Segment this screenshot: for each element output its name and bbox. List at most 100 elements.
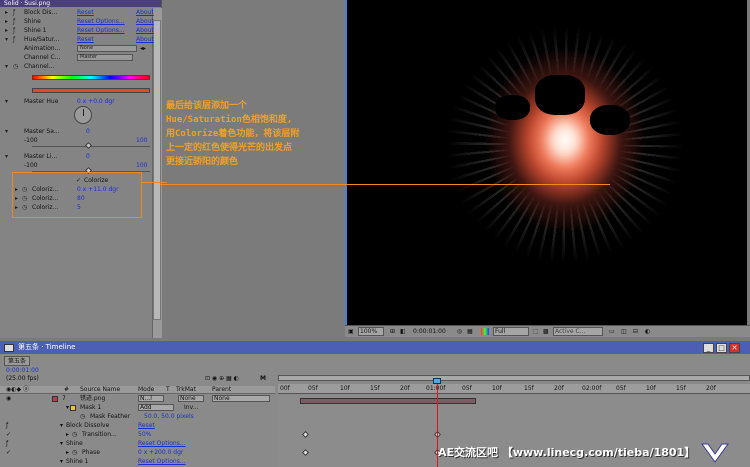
- transition-row[interactable]: ✓ ▸ ◷ Transition... 50%: [0, 431, 275, 439]
- flowchart-icon[interactable]: ⊟: [633, 326, 638, 337]
- source-name-header[interactable]: Source Name: [80, 386, 120, 394]
- channel-icon[interactable]: ▦: [467, 326, 473, 337]
- stopwatch-icon[interactable]: ◷: [13, 62, 18, 71]
- effect-row-hue-saturation[interactable]: ▾ ƒ Hue/Satur... Reset About: [0, 35, 162, 44]
- roi-icon[interactable]: ⬚: [533, 326, 539, 337]
- viewer-timecode[interactable]: 0:00:01:00: [413, 326, 446, 337]
- collapse-triangle-icon[interactable]: ▾: [5, 152, 8, 161]
- mask-feather-value[interactable]: 50.0, 50.0 pixels: [144, 413, 194, 421]
- fx-icon[interactable]: ƒ: [13, 26, 15, 35]
- master-lightness-row[interactable]: ▾ Master Li... 0: [0, 152, 162, 161]
- stopwatch-icon[interactable]: ◷: [72, 431, 77, 439]
- fx-icon[interactable]: ƒ: [13, 35, 15, 44]
- collapse-triangle-icon[interactable]: ▾: [5, 127, 8, 136]
- timeline-switch-icons[interactable]: ⊡ ◉ ⊕ ▦ ◐: [205, 375, 239, 383]
- phase-row[interactable]: ✓ ▸ ◷ Phase 0 x +200.0 dgr: [0, 449, 275, 457]
- marker-icon[interactable]: M: [260, 375, 266, 383]
- expand-triangle-icon[interactable]: ▸: [66, 431, 69, 439]
- collapse-triangle-icon[interactable]: ▾: [66, 404, 69, 412]
- master-hue-value[interactable]: 0 x +0.0 dgr: [77, 97, 115, 106]
- reset-options-link[interactable]: Reset Options...: [138, 458, 186, 466]
- layer-name[interactable]: 锈迹.png: [80, 395, 105, 403]
- maximize-button[interactable]: □: [716, 343, 727, 353]
- master-hue-dial[interactable]: [74, 106, 92, 124]
- block-dissolve-row[interactable]: ƒ ▾ Block Dissolve Reset: [0, 422, 275, 430]
- reset-options-link[interactable]: Reset Options...: [138, 440, 186, 448]
- about-link[interactable]: About: [136, 17, 154, 26]
- preset-nav-icon[interactable]: ◂▸: [140, 44, 146, 53]
- trkmat-header[interactable]: TrkMat: [176, 386, 196, 394]
- view-layout-icon[interactable]: ▭: [609, 326, 615, 337]
- minimize-button[interactable]: _: [703, 343, 714, 353]
- collapse-triangle-icon[interactable]: ▾: [5, 97, 8, 106]
- expand-triangle-icon[interactable]: ▸: [5, 26, 8, 35]
- reset-exposure-icon[interactable]: ◐: [645, 326, 650, 337]
- shine-1-row[interactable]: ▾ Shine 1 Reset Options...: [0, 458, 275, 466]
- fx-icon[interactable]: ƒ: [13, 17, 15, 26]
- layer-mode-dropdown[interactable]: N...l: [138, 395, 164, 402]
- channel-range-row[interactable]: ▾ ◷ Channel...: [0, 62, 162, 71]
- master-hue-row[interactable]: ▾ Master Hue 0 x +0.0 dgr: [0, 97, 162, 106]
- collapse-triangle-icon[interactable]: ▾: [60, 422, 63, 430]
- mask-color-swatch[interactable]: [70, 405, 76, 411]
- channel-control-dropdown[interactable]: Master: [77, 54, 133, 61]
- close-button[interactable]: ✕: [729, 343, 740, 353]
- mask-feather-row[interactable]: ◷ Mask Feather 50.0, 50.0 pixels: [0, 413, 275, 421]
- zoom-dropdown[interactable]: 100%: [358, 327, 384, 336]
- visibility-eye-icon[interactable]: ◉: [6, 395, 11, 403]
- checkmark-icon[interactable]: ✓: [6, 431, 11, 439]
- reset-link[interactable]: Reset Options...: [77, 17, 125, 26]
- layer-label-color[interactable]: [52, 396, 58, 402]
- layer-row[interactable]: ◉ 7 锈迹.png N...l None None: [0, 395, 275, 403]
- animation-presets-dropdown[interactable]: None: [77, 45, 137, 52]
- snapshot-icon[interactable]: ▣: [348, 326, 354, 337]
- effect-row-block-dissolve[interactable]: ▸ ƒ Block Dis... Reset About: [0, 8, 162, 17]
- mask-mode-dropdown[interactable]: Add: [138, 404, 174, 411]
- phase-value[interactable]: 0 x +200.0 dgr: [138, 449, 183, 457]
- work-area-bar[interactable]: [278, 375, 750, 381]
- master-saturation-row[interactable]: ▾ Master Sa... 0: [0, 127, 162, 136]
- about-link[interactable]: About: [136, 8, 154, 17]
- tab-composition[interactable]: 第五条: [4, 356, 31, 366]
- reset-link[interactable]: Reset: [138, 422, 155, 430]
- fx-switch-icon[interactable]: ƒ: [6, 440, 8, 448]
- fx-switch-icon[interactable]: ƒ: [6, 422, 8, 430]
- effect-row-shine[interactable]: ▸ ƒ Shine Reset Options... About: [0, 17, 162, 26]
- transparency-grid-icon[interactable]: ▩: [543, 326, 549, 337]
- reset-link[interactable]: Reset: [77, 8, 94, 17]
- t-header[interactable]: T: [166, 386, 170, 394]
- mask-row[interactable]: ▾ Mask 1 Add Inv...: [0, 404, 275, 412]
- resolution-dropdown[interactable]: Full: [493, 327, 529, 336]
- time-ruler[interactable]: 00f 05f 10f 15f 20f 01:00f 05f 10f 15f 2…: [278, 384, 750, 394]
- collapse-triangle-icon[interactable]: ▾: [5, 62, 8, 71]
- camera-snapshot-icon[interactable]: ◎: [457, 326, 462, 337]
- checkmark-icon[interactable]: ✓: [6, 449, 11, 457]
- parent-header[interactable]: Parent: [212, 386, 231, 394]
- current-time-indicator-head[interactable]: [433, 378, 441, 384]
- effect-row-shine-1[interactable]: ▸ ƒ Shine 1 Reset Options... About: [0, 26, 162, 35]
- about-link[interactable]: About: [136, 35, 154, 44]
- color-channel-icon[interactable]: [481, 328, 489, 335]
- layer-trkmat-dropdown[interactable]: None: [178, 395, 204, 402]
- reset-link[interactable]: Reset Options...: [77, 26, 125, 35]
- expand-triangle-icon[interactable]: ▸: [66, 449, 69, 457]
- stopwatch-icon[interactable]: ◷: [72, 449, 77, 457]
- fx-icon[interactable]: ƒ: [13, 8, 15, 17]
- shine-row[interactable]: ƒ ▾ Shine Reset Options...: [0, 440, 275, 448]
- layer-parent-dropdown[interactable]: None: [212, 395, 270, 402]
- timeline-timecode[interactable]: 0:00:01:00: [6, 367, 39, 375]
- about-link[interactable]: About: [136, 26, 154, 35]
- reset-link[interactable]: Reset: [77, 35, 94, 44]
- mask-icon[interactable]: ◧: [400, 326, 406, 337]
- collapse-triangle-icon[interactable]: ▾: [60, 440, 63, 448]
- expand-triangle-icon[interactable]: ▸: [5, 8, 8, 17]
- collapse-triangle-icon[interactable]: ▾: [5, 35, 8, 44]
- layer-duration-bar[interactable]: [300, 398, 476, 404]
- collapse-triangle-icon[interactable]: ▾: [60, 458, 63, 466]
- camera-dropdown[interactable]: Active C...: [553, 327, 603, 336]
- grid-icon[interactable]: ⊞: [390, 326, 395, 337]
- toggle-pixel-icon[interactable]: ◫: [621, 326, 627, 337]
- transition-value[interactable]: 50%: [138, 431, 151, 439]
- mode-header[interactable]: Mode: [138, 386, 154, 394]
- expand-triangle-icon[interactable]: ▸: [5, 17, 8, 26]
